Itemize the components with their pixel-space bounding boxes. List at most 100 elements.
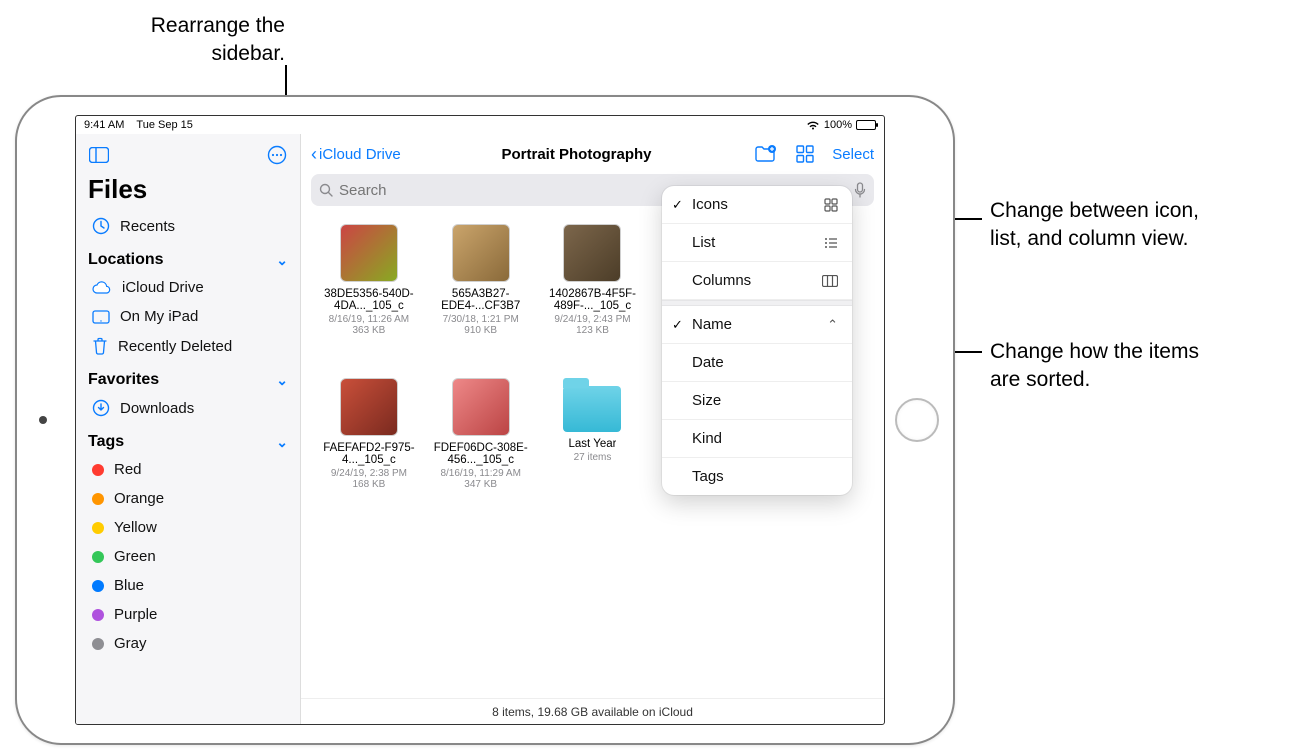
select-button[interactable]: Select (832, 146, 874, 163)
chevron-down-icon: ⌄ (276, 252, 288, 269)
new-folder-button[interactable] (752, 141, 778, 167)
chevron-up-icon: ⌃ (827, 317, 838, 333)
tag-dot (92, 493, 104, 505)
sidebar-tag-yellow[interactable]: Yellow (80, 513, 296, 542)
sidebar-section-favorites[interactable]: Favorites ⌄ (76, 361, 300, 393)
ipad-device-frame: 9:41 AM Tue Sep 15 100% (15, 95, 955, 745)
sort-option-kind[interactable]: Kind (662, 420, 852, 458)
sidebar-item-label: On My iPad (120, 308, 198, 325)
sidebar-tag-green[interactable]: Green (80, 542, 296, 571)
status-bar: 9:41 AM Tue Sep 15 100% (76, 116, 884, 134)
search-icon (319, 183, 333, 197)
sort-option-tags[interactable]: Tags (662, 458, 852, 495)
annotation-sort: Change how the items are sorted. (990, 338, 1199, 395)
sidebar-item-label: Red (114, 461, 142, 478)
chevron-down-icon: ⌄ (276, 434, 288, 451)
view-option-icons[interactable]: ✓ Icons (662, 186, 852, 224)
sidebar-item-downloads[interactable]: Downloads (80, 393, 296, 423)
columns-icon (822, 275, 838, 287)
more-options-button[interactable] (264, 142, 290, 168)
sidebar-item-label: Green (114, 548, 156, 565)
tag-dot (92, 522, 104, 534)
sidebar-item-recently-deleted[interactable]: Recently Deleted (80, 331, 296, 361)
screen: 9:41 AM Tue Sep 15 100% (75, 115, 885, 725)
back-button[interactable]: ‹ iCloud Drive (311, 144, 401, 165)
grid-icon (824, 198, 838, 212)
file-thumbnail (452, 378, 510, 436)
file-name: FDEF06DC-308E-456..._105_c (429, 442, 533, 466)
sidebar-item-label: Recents (120, 218, 175, 235)
folder-item[interactable]: Last Year 27 items (541, 378, 645, 528)
file-size: 123 KB (576, 325, 609, 336)
tag-dot (92, 551, 104, 563)
file-thumbnail (563, 224, 621, 282)
home-button[interactable] (895, 398, 939, 442)
file-size: 363 KB (352, 325, 385, 336)
sidebar-section-tags[interactable]: Tags ⌄ (76, 423, 300, 455)
file-item[interactable]: FDEF06DC-308E-456..._105_c 8/16/19, 11:2… (429, 378, 533, 528)
tag-dot (92, 464, 104, 476)
file-date: 9/24/19, 2:38 PM (331, 468, 407, 479)
tag-dot (92, 580, 104, 592)
file-thumbnail (340, 378, 398, 436)
file-name: FAEFAFD2-F975-4..._105_c (317, 442, 421, 466)
file-date: 8/16/19, 11:26 AM (329, 314, 409, 325)
file-thumbnail (452, 224, 510, 282)
sidebar-item-label: Blue (114, 577, 144, 594)
file-name: 565A3B27-EDE4-...CF3B7 (429, 288, 533, 312)
chevron-left-icon: ‹ (311, 144, 317, 165)
view-option-list[interactable]: List (662, 224, 852, 262)
sidebar-item-recents[interactable]: Recents (80, 211, 296, 241)
sidebar-title: Files (76, 172, 300, 211)
file-item[interactable]: 565A3B27-EDE4-...CF3B7 7/30/18, 1:21 PM … (429, 224, 533, 374)
sidebar-tag-blue[interactable]: Blue (80, 571, 296, 600)
footer-status: 8 items, 19.68 GB available on iCloud (301, 698, 884, 724)
sidebar-tag-red[interactable]: Red (80, 455, 296, 484)
view-sort-popover: ✓ Icons List Columns (662, 186, 852, 495)
file-thumbnail (340, 224, 398, 282)
sidebar: Files Recents Locations ⌄ iCloud Drive (76, 134, 301, 724)
file-item[interactable]: FAEFAFD2-F975-4..._105_c 9/24/19, 2:38 P… (317, 378, 421, 528)
file-size: 168 KB (352, 479, 385, 490)
folder-icon (563, 386, 621, 432)
sidebar-tag-gray[interactable]: Gray (80, 629, 296, 658)
file-date: 8/16/19, 11:29 AM (440, 468, 520, 479)
file-item[interactable]: 1402867B-4F5F-489F-..._105_c 9/24/19, 2:… (541, 224, 645, 374)
file-name: Last Year (569, 438, 617, 450)
file-size: 347 KB (464, 479, 497, 490)
list-icon (824, 237, 838, 249)
view-options-button[interactable] (792, 141, 818, 167)
tag-dot (92, 609, 104, 621)
sidebar-tag-orange[interactable]: Orange (80, 484, 296, 513)
download-icon (92, 399, 110, 417)
file-name: 38DE5356-540D-4DA..._105_c (317, 288, 421, 312)
content-pane: ‹ iCloud Drive Portrait Photography Sele… (301, 134, 884, 724)
battery-pct: 100% (824, 119, 852, 131)
microphone-icon[interactable] (854, 182, 866, 198)
nav-bar: ‹ iCloud Drive Portrait Photography Sele… (301, 134, 884, 174)
tag-dot (92, 638, 104, 650)
sidebar-toggle-button[interactable] (86, 142, 112, 168)
status-time: 9:41 AM (84, 119, 124, 131)
sidebar-item-label: Downloads (120, 400, 194, 417)
file-item[interactable]: 38DE5356-540D-4DA..._105_c 8/16/19, 11:2… (317, 224, 421, 374)
sidebar-item-label: Recently Deleted (118, 338, 232, 355)
chevron-down-icon: ⌄ (276, 372, 288, 389)
checkmark-icon: ✓ (672, 197, 683, 213)
sidebar-item-on-my-ipad[interactable]: On My iPad (80, 302, 296, 331)
sidebar-section-locations[interactable]: Locations ⌄ (76, 241, 300, 273)
ipad-icon (92, 310, 110, 324)
sidebar-tag-purple[interactable]: Purple (80, 600, 296, 629)
annotation-view: Change between icon, list, and column vi… (990, 197, 1199, 254)
annotation-sidebar: Rearrange the sidebar. (105, 12, 285, 69)
sidebar-item-label: Yellow (114, 519, 157, 536)
sort-option-size[interactable]: Size (662, 382, 852, 420)
sort-option-name[interactable]: ✓ Name ⌃ (662, 306, 852, 344)
battery-icon (856, 120, 876, 130)
sidebar-item-label: Gray (114, 635, 147, 652)
wifi-icon (806, 120, 820, 130)
sort-option-date[interactable]: Date (662, 344, 852, 382)
file-date: 7/30/18, 1:21 PM (443, 314, 519, 325)
view-option-columns[interactable]: Columns (662, 262, 852, 300)
sidebar-item-icloud-drive[interactable]: iCloud Drive (80, 273, 296, 302)
